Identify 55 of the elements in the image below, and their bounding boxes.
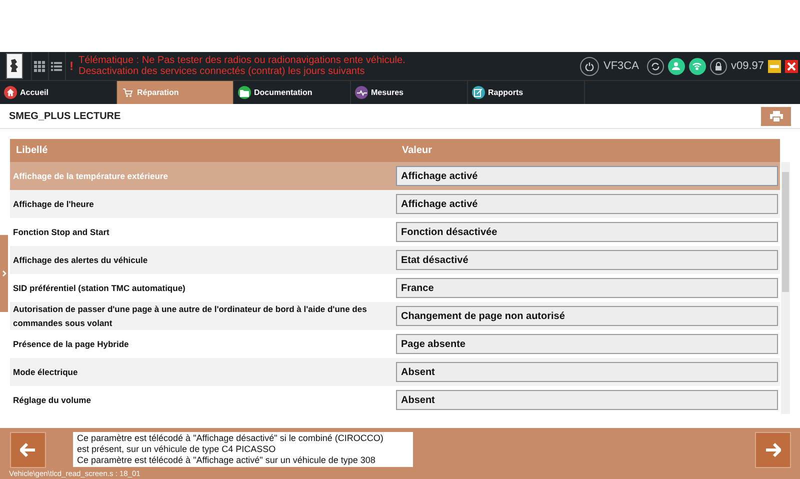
version-label: v09.97 [730, 60, 764, 72]
vin-code: VF3CA [604, 60, 639, 72]
table-row[interactable]: Affichage des alertes du véhicule Etat désactivé [10, 246, 780, 274]
scrollbar[interactable] [781, 162, 790, 414]
minimize-icon [770, 64, 779, 68]
value-field[interactable]: Absent [396, 390, 778, 410]
value-field[interactable]: Changement de page non autorisé [396, 306, 778, 326]
parameter-label: SID préférentiel (station TMC automatique) [12, 282, 186, 295]
help-text: Ce paramètre est télécodé à "Affichage activé" sur un véhicule de type 308 [77, 455, 376, 466]
close-icon [787, 62, 796, 70]
close-button[interactable] [785, 60, 798, 72]
parameter-label: Affichage de la température extérieure [12, 170, 169, 183]
power-icon[interactable] [580, 56, 598, 76]
table-row[interactable]: Affichage de l'heure Affichage activé [10, 190, 780, 218]
user-icon[interactable] [668, 58, 685, 74]
column-header: Libellé [15, 145, 49, 156]
warning-mark: ! [70, 60, 74, 72]
wifi-icon[interactable] [688, 58, 706, 74]
help-text: Ce paramètre est télécodé à "Affichage désactivé" si le combiné (CIROCCO) [77, 433, 384, 444]
nav-tab[interactable]: Mesures [351, 81, 468, 104]
parameter-label: Mode électrique [12, 366, 79, 379]
parameter-label: Affichage des alertes du véhicule [12, 254, 149, 267]
table-row[interactable]: Mode électrique Absent [10, 358, 780, 386]
page-title: SMEG_PLUS LECTURE [9, 110, 121, 122]
print-button[interactable] [761, 106, 791, 126]
value-field[interactable]: Fonction désactivée [396, 222, 778, 242]
column-header: Valeur [401, 145, 434, 156]
help-text: est présent, sur un véhicule de type C4 PICASSO [77, 444, 276, 455]
nav-tab[interactable]: Documentation [234, 81, 351, 104]
printer-icon [770, 110, 782, 122]
lock-icon[interactable] [710, 58, 727, 74]
minimize-button[interactable] [768, 60, 781, 72]
value-field[interactable]: Page absente [396, 334, 778, 354]
nav-tab[interactable]: Rapports [468, 81, 585, 104]
table-row[interactable]: Affichage de la température extérieure Affichage activé [10, 162, 780, 190]
next-button[interactable] [755, 432, 791, 468]
value-field[interactable]: France [396, 278, 778, 298]
parameter-label: Fonction Stop and Start [12, 226, 110, 239]
refresh-icon[interactable] [646, 58, 664, 74]
warning-text: Télématique : Ne Pas tester des radios ou radionavigations ente véhicule. [78, 55, 406, 66]
value-field[interactable]: Affichage activé [396, 194, 778, 214]
side-panel-toggle[interactable] [0, 235, 8, 312]
parameter-label: Présence de la page Hybride [12, 338, 130, 351]
parameter-label: Autorisation de passer d'une page à une autre de l'ordinateur de bord à l'aide d'une des commandes sous volant [12, 303, 368, 330]
value-field[interactable]: Etat désactivé [396, 250, 778, 270]
table-row[interactable]: Autorisation de passer d'une page à une autre de l'ordinateur de bord à l'aide d'une des commandes sous volant Changement de page non autorisé [10, 302, 780, 330]
value-field[interactable]: Affichage activé [396, 166, 778, 186]
arrow-left-icon [20, 443, 36, 457]
parameter-label: Réglage du volume [12, 394, 92, 407]
value-field[interactable]: Absent [396, 362, 778, 382]
parameter-label: Affichage de l'heure [12, 198, 95, 211]
back-button[interactable] [10, 432, 46, 468]
arrow-right-icon [765, 443, 781, 457]
warning-text: Desactivation des services connectés (contrat) les jours suivants [78, 66, 366, 77]
chevron-right-icon [2, 270, 6, 277]
